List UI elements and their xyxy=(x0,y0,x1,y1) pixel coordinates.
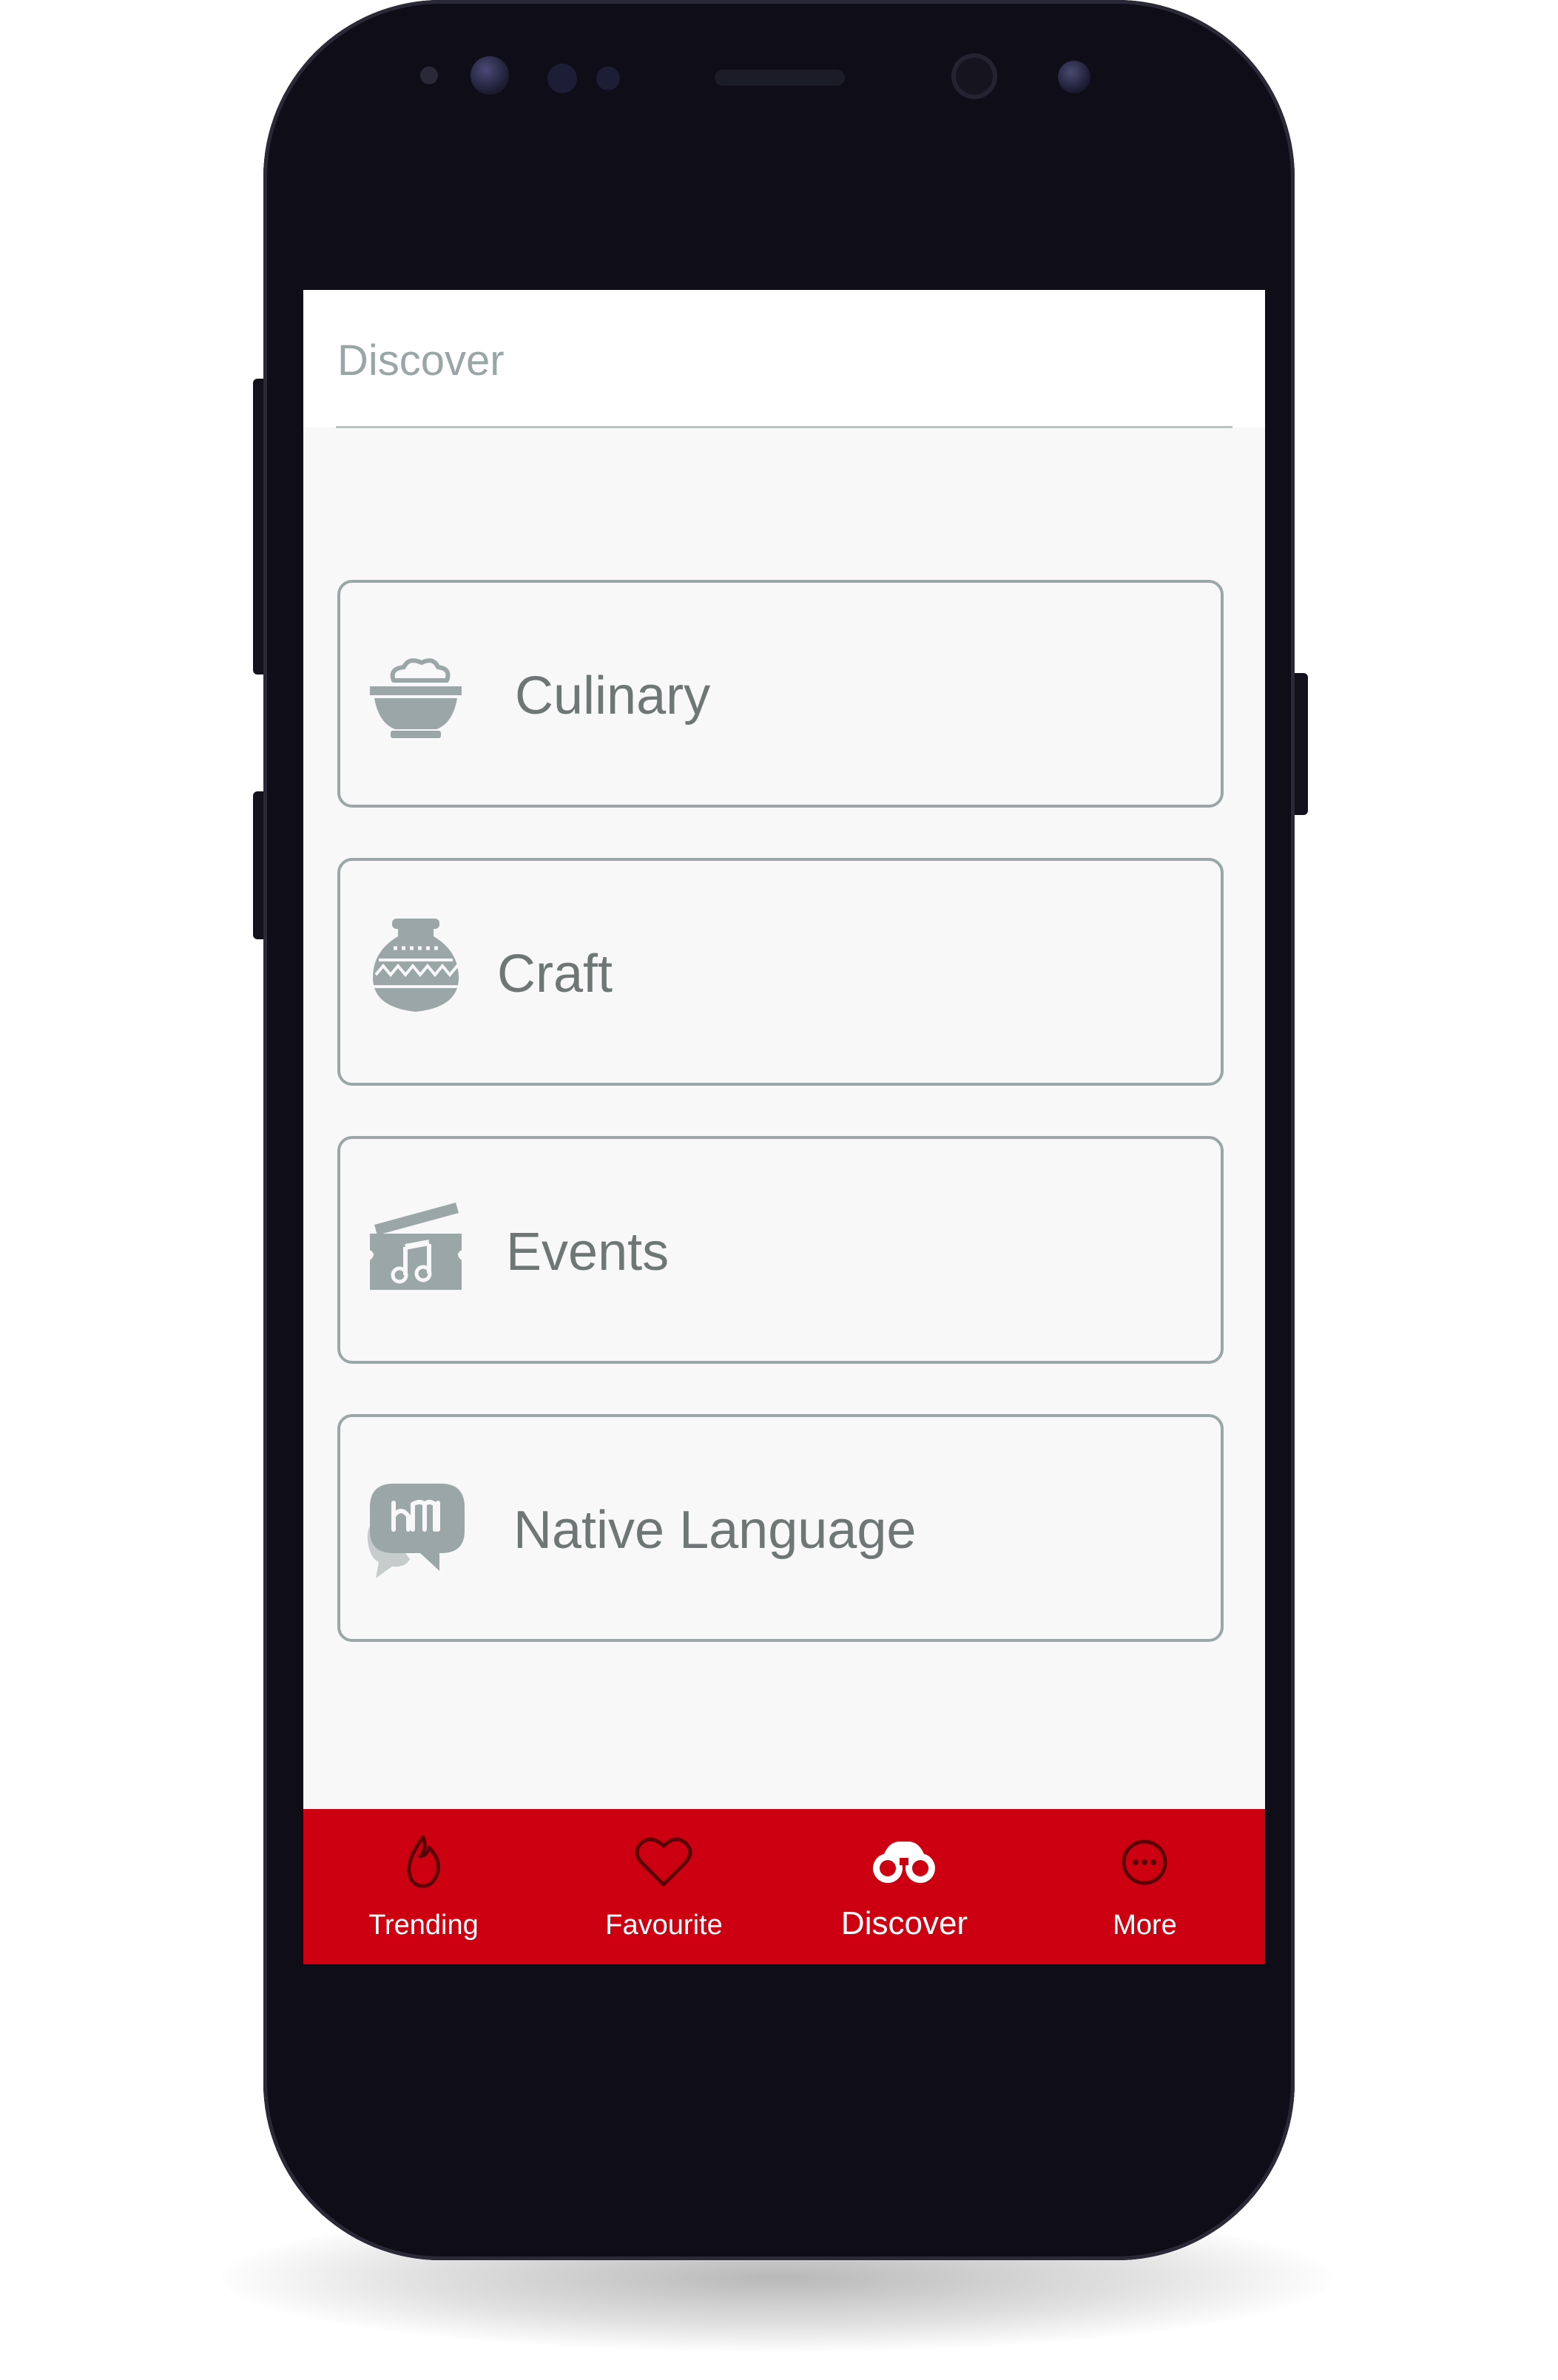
category-label: Events xyxy=(506,1223,670,1282)
more-dots-icon xyxy=(1122,1839,1167,1885)
clay-pot-icon xyxy=(373,919,465,1012)
language-chat-icon xyxy=(367,1484,465,1578)
tab-label: Trending xyxy=(368,1910,479,1941)
proximity-sensor-icon xyxy=(547,64,577,93)
sensor-icon xyxy=(420,67,438,84)
header-divider xyxy=(336,426,1232,428)
category-card-native-language[interactable]: Native Language xyxy=(337,1414,1224,1642)
category-card-events[interactable]: Events xyxy=(337,1136,1224,1364)
category-label: Native Language xyxy=(513,1501,917,1560)
music-ticket-icon xyxy=(370,1203,462,1290)
food-bowl-icon xyxy=(370,658,462,738)
app-screen: Discover Culinary Craft Events Native La… xyxy=(303,290,1265,1964)
category-label: Craft xyxy=(497,944,613,1004)
tab-label: Favourite xyxy=(605,1910,723,1941)
front-camera-icon xyxy=(471,56,509,95)
flame-icon xyxy=(407,1835,440,1888)
tab-discover[interactable]: Discover xyxy=(784,1809,1025,1964)
camera-icon xyxy=(951,53,997,99)
page-title: Discover xyxy=(337,337,505,385)
category-card-craft[interactable]: Craft xyxy=(337,858,1224,1086)
tab-label: More xyxy=(1113,1910,1177,1941)
bottom-tab-bar: Trending Favourite Discover More xyxy=(303,1809,1265,1964)
category-card-culinary[interactable]: Culinary xyxy=(337,580,1224,808)
tab-favourite[interactable]: Favourite xyxy=(544,1809,784,1964)
app-header: Discover xyxy=(303,290,1265,428)
light-sensor-icon xyxy=(596,67,620,90)
tab-more[interactable]: More xyxy=(1025,1809,1265,1964)
tab-label: Discover xyxy=(840,1905,968,1941)
binoculars-icon xyxy=(873,1842,935,1883)
tab-trending[interactable]: Trending xyxy=(303,1809,544,1964)
mockup-stage: Discover Culinary Craft Events Native La… xyxy=(0,0,1558,2380)
earpiece-speaker xyxy=(715,70,845,86)
iris-scanner-icon xyxy=(1058,61,1090,93)
heart-icon xyxy=(635,1837,692,1887)
category-label: Culinary xyxy=(515,666,711,726)
